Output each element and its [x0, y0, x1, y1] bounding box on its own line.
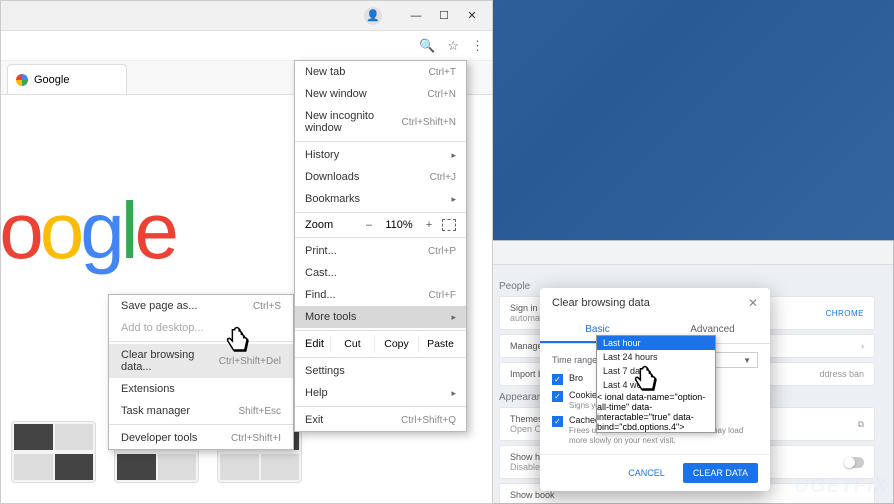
option-last-hour[interactable]: Last hour — [597, 336, 715, 350]
watermark-text: UGETFIX — [794, 475, 888, 498]
zoom-icon[interactable]: 🔍 — [419, 38, 435, 54]
separator — [109, 341, 293, 342]
zoom-plus-button[interactable]: + — [420, 219, 438, 231]
chevron-right-icon: ▸ — [451, 312, 456, 323]
toggle-off-icon[interactable] — [844, 457, 864, 468]
close-button[interactable]: ✕ — [458, 5, 486, 27]
extensions-item[interactable]: Extensions — [109, 378, 293, 400]
separator — [295, 406, 466, 407]
profile-icon[interactable]: 👤 — [364, 7, 382, 25]
cut-button[interactable]: Cut — [330, 335, 374, 353]
separator — [295, 212, 466, 213]
separator — [295, 357, 466, 358]
dialog-close-button[interactable]: ✕ — [748, 296, 758, 310]
separator — [295, 141, 466, 142]
edit-row: Edit Cut Copy Paste — [295, 333, 466, 355]
maximize-button[interactable]: ☐ — [430, 5, 458, 27]
print-item[interactable]: Print...Ctrl+P — [295, 240, 466, 262]
google-favicon — [16, 74, 28, 86]
chrome-main-menu: New tabCtrl+T New windowCtrl+N New incog… — [294, 60, 467, 432]
chevron-down-icon: ▼ — [743, 356, 751, 365]
tab-title: Google — [34, 74, 69, 86]
clear-data-button[interactable]: CLEAR DATA — [683, 463, 758, 483]
separator — [295, 330, 466, 331]
sync-chrome-label: CHROME — [825, 309, 864, 318]
chevron-right-icon: ▸ — [451, 150, 456, 161]
kebab-menu-icon[interactable]: ⋮ — [471, 38, 484, 54]
google-logo: Google — [0, 185, 175, 277]
add-desktop-item: Add to desktop... — [109, 317, 293, 339]
dialog-title: Clear browsing data — [552, 297, 650, 309]
exit-item[interactable]: ExitCtrl+Shift+Q — [295, 409, 466, 431]
option-last-7-days[interactable]: Last 7 days — [597, 364, 715, 378]
checkbox-checked-icon[interactable]: ✓ — [552, 374, 563, 385]
time-range-dropdown: Last hour Last 24 hours Last 7 days Last… — [596, 335, 716, 433]
chevron-right-icon: ▸ — [451, 194, 456, 205]
task-manager-item[interactable]: Task managerShift+Esc — [109, 400, 293, 422]
developer-tools-item[interactable]: Developer toolsCtrl+Shift+I — [109, 427, 293, 449]
zoom-value: 110% — [382, 219, 416, 231]
time-range-label: Time range — [552, 355, 597, 365]
find-item[interactable]: Find...Ctrl+F — [295, 284, 466, 306]
new-window-item[interactable]: New windowCtrl+N — [295, 83, 466, 105]
more-tools-item[interactable]: More tools▸ — [295, 306, 466, 328]
new-tab-item[interactable]: New tabCtrl+T — [295, 61, 466, 83]
more-tools-submenu: Save page as...Ctrl+S Add to desktop... … — [108, 294, 294, 450]
cancel-button[interactable]: CANCEL — [618, 463, 675, 483]
bookmarks-item[interactable]: Bookmarks▸ — [295, 188, 466, 210]
separator — [295, 237, 466, 238]
checkbox-checked-icon[interactable]: ✓ — [552, 416, 563, 427]
settings-item[interactable]: Settings — [295, 360, 466, 382]
thumb-1[interactable] — [11, 421, 96, 483]
star-icon[interactable]: ☆ — [447, 38, 459, 54]
option-last-24-hours[interactable]: Last 24 hours — [597, 350, 715, 364]
option-last-4-weeks[interactable]: Last 4 weeks — [597, 378, 715, 392]
paste-button[interactable]: Paste — [418, 335, 462, 353]
tab-google[interactable]: Google — [7, 64, 127, 94]
titlebar: 👤 — ☐ ✕ — [1, 1, 492, 31]
minimize-button[interactable]: — — [402, 5, 430, 27]
fullscreen-icon[interactable] — [442, 219, 456, 231]
save-page-item[interactable]: Save page as...Ctrl+S — [109, 295, 293, 317]
zoom-label: Zoom — [305, 219, 356, 231]
clear-browsing-data-item[interactable]: Clear browsing data...Ctrl+Shift+Del — [109, 344, 293, 378]
history-item[interactable]: History▸ — [295, 144, 466, 166]
copy-button[interactable]: Copy — [374, 335, 418, 353]
chevron-right-icon: ▸ — [451, 388, 456, 399]
zoom-minus-button[interactable]: – — [360, 219, 378, 231]
help-item[interactable]: Help▸ — [295, 382, 466, 404]
separator — [109, 424, 293, 425]
cast-item[interactable]: Cast... — [295, 262, 466, 284]
zoom-row: Zoom – 110% + — [295, 215, 466, 235]
downloads-item[interactable]: DownloadsCtrl+J — [295, 166, 466, 188]
checkbox-checked-icon[interactable]: ✓ — [552, 391, 563, 402]
edit-label: Edit — [299, 335, 330, 353]
toolbar: 🔍 ☆ ⋮ — [1, 31, 492, 61]
incognito-item[interactable]: New incognito windowCtrl+Shift+N — [295, 105, 466, 139]
